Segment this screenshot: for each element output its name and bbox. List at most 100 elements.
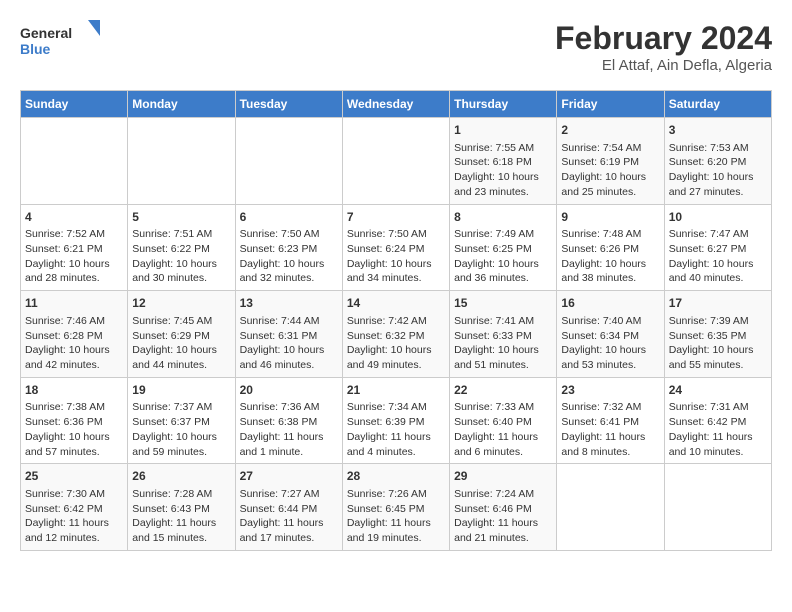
day-info: Sunrise: 7:39 AM	[669, 314, 767, 329]
day-info: Daylight: 11 hours	[454, 430, 552, 445]
day-info: and 8 minutes.	[561, 445, 659, 460]
calendar-cell: 17Sunrise: 7:39 AMSunset: 6:35 PMDayligh…	[664, 291, 771, 378]
day-info: Sunset: 6:45 PM	[347, 502, 445, 517]
day-info: and 19 minutes.	[347, 531, 445, 546]
day-number: 20	[240, 382, 338, 399]
day-info: Sunset: 6:34 PM	[561, 329, 659, 344]
calendar-cell: 10Sunrise: 7:47 AMSunset: 6:27 PMDayligh…	[664, 204, 771, 291]
day-number: 3	[669, 122, 767, 139]
day-info: Sunset: 6:42 PM	[25, 502, 123, 517]
calendar-cell: 18Sunrise: 7:38 AMSunset: 6:36 PMDayligh…	[21, 377, 128, 464]
calendar-header-wednesday: Wednesday	[342, 91, 449, 118]
day-info: Sunset: 6:38 PM	[240, 415, 338, 430]
calendar-cell: 23Sunrise: 7:32 AMSunset: 6:41 PMDayligh…	[557, 377, 664, 464]
day-info: and 12 minutes.	[25, 531, 123, 546]
day-info: Daylight: 11 hours	[240, 430, 338, 445]
day-number: 19	[132, 382, 230, 399]
day-info: Daylight: 10 hours	[669, 343, 767, 358]
calendar-week-4: 18Sunrise: 7:38 AMSunset: 6:36 PMDayligh…	[21, 377, 772, 464]
day-number: 29	[454, 468, 552, 485]
calendar-header-tuesday: Tuesday	[235, 91, 342, 118]
day-number: 7	[347, 209, 445, 226]
day-info: Sunset: 6:20 PM	[669, 155, 767, 170]
calendar-cell: 12Sunrise: 7:45 AMSunset: 6:29 PMDayligh…	[128, 291, 235, 378]
calendar-cell: 19Sunrise: 7:37 AMSunset: 6:37 PMDayligh…	[128, 377, 235, 464]
day-info: Sunset: 6:26 PM	[561, 242, 659, 257]
day-info: Sunrise: 7:36 AM	[240, 400, 338, 415]
day-info: and 23 minutes.	[454, 185, 552, 200]
day-info: Daylight: 10 hours	[240, 257, 338, 272]
day-info: Sunset: 6:44 PM	[240, 502, 338, 517]
day-info: Daylight: 10 hours	[454, 257, 552, 272]
day-number: 21	[347, 382, 445, 399]
day-info: Sunrise: 7:47 AM	[669, 227, 767, 242]
day-info: and 4 minutes.	[347, 445, 445, 460]
day-number: 6	[240, 209, 338, 226]
day-number: 13	[240, 295, 338, 312]
day-info: Sunset: 6:36 PM	[25, 415, 123, 430]
day-info: Sunrise: 7:37 AM	[132, 400, 230, 415]
day-number: 24	[669, 382, 767, 399]
day-info: and 55 minutes.	[669, 358, 767, 373]
day-info: and 6 minutes.	[454, 445, 552, 460]
day-info: and 49 minutes.	[347, 358, 445, 373]
day-number: 22	[454, 382, 552, 399]
day-number: 23	[561, 382, 659, 399]
day-info: and 32 minutes.	[240, 271, 338, 286]
day-info: Daylight: 11 hours	[347, 516, 445, 531]
day-info: Daylight: 10 hours	[25, 343, 123, 358]
day-info: Daylight: 11 hours	[454, 516, 552, 531]
calendar-header-thursday: Thursday	[450, 91, 557, 118]
day-number: 16	[561, 295, 659, 312]
day-info: Sunset: 6:25 PM	[454, 242, 552, 257]
day-info: Sunrise: 7:34 AM	[347, 400, 445, 415]
calendar-cell: 29 Sunrise: 7:24 AMSunset: 6:46 PMDayligh…	[450, 464, 557, 551]
day-info: Sunrise: 7:26 AM	[347, 487, 445, 502]
day-info: and 46 minutes.	[240, 358, 338, 373]
day-info: Daylight: 11 hours	[25, 516, 123, 531]
day-info: Daylight: 10 hours	[669, 170, 767, 185]
day-info: Sunrise: 7:51 AM	[132, 227, 230, 242]
day-info: and 36 minutes.	[454, 271, 552, 286]
day-number: 27	[240, 468, 338, 485]
day-info: and 53 minutes.	[561, 358, 659, 373]
day-number: 5	[132, 209, 230, 226]
calendar-cell: 6Sunrise: 7:50 AMSunset: 6:23 PMDaylight…	[235, 204, 342, 291]
calendar-header-friday: Friday	[557, 91, 664, 118]
day-info: Daylight: 10 hours	[561, 170, 659, 185]
day-info: Sunset: 6:46 PM	[454, 502, 552, 517]
day-info: Sunrise: 7:50 AM	[240, 227, 338, 242]
calendar-cell: 8Sunrise: 7:49 AMSunset: 6:25 PMDaylight…	[450, 204, 557, 291]
day-info: and 40 minutes.	[669, 271, 767, 286]
calendar-cell: 4Sunrise: 7:52 AMSunset: 6:21 PMDaylight…	[21, 204, 128, 291]
day-info: Daylight: 10 hours	[347, 343, 445, 358]
calendar-cell: 24Sunrise: 7:31 AMSunset: 6:42 PMDayligh…	[664, 377, 771, 464]
calendar-week-3: 11Sunrise: 7:46 AMSunset: 6:28 PMDayligh…	[21, 291, 772, 378]
day-info: Daylight: 10 hours	[561, 343, 659, 358]
day-info: Daylight: 10 hours	[454, 170, 552, 185]
day-info: Sunrise: 7:33 AM	[454, 400, 552, 415]
day-info: Sunset: 6:22 PM	[132, 242, 230, 257]
day-info: Sunrise: 7:24 AM	[454, 487, 552, 502]
day-number: 26	[132, 468, 230, 485]
day-number: 11	[25, 295, 123, 312]
day-info: Sunrise: 7:49 AM	[454, 227, 552, 242]
day-info: Sunset: 6:21 PM	[25, 242, 123, 257]
day-number: 2	[561, 122, 659, 139]
day-info: Sunrise: 7:46 AM	[25, 314, 123, 329]
day-info: and 34 minutes.	[347, 271, 445, 286]
day-info: Sunrise: 7:27 AM	[240, 487, 338, 502]
day-number: 8	[454, 209, 552, 226]
day-info: and 57 minutes.	[25, 445, 123, 460]
calendar-cell: 25Sunrise: 7:30 AMSunset: 6:42 PMDayligh…	[21, 464, 128, 551]
calendar-cell: 13Sunrise: 7:44 AMSunset: 6:31 PMDayligh…	[235, 291, 342, 378]
day-info: Sunset: 6:37 PM	[132, 415, 230, 430]
day-info: Daylight: 10 hours	[669, 257, 767, 272]
day-number: 14	[347, 295, 445, 312]
day-info: Sunrise: 7:31 AM	[669, 400, 767, 415]
calendar-cell	[21, 118, 128, 205]
calendar-cell	[342, 118, 449, 205]
day-info: Sunset: 6:28 PM	[25, 329, 123, 344]
page-header: General Blue February 2024 El Attaf, Ain…	[20, 20, 772, 74]
day-number: 10	[669, 209, 767, 226]
